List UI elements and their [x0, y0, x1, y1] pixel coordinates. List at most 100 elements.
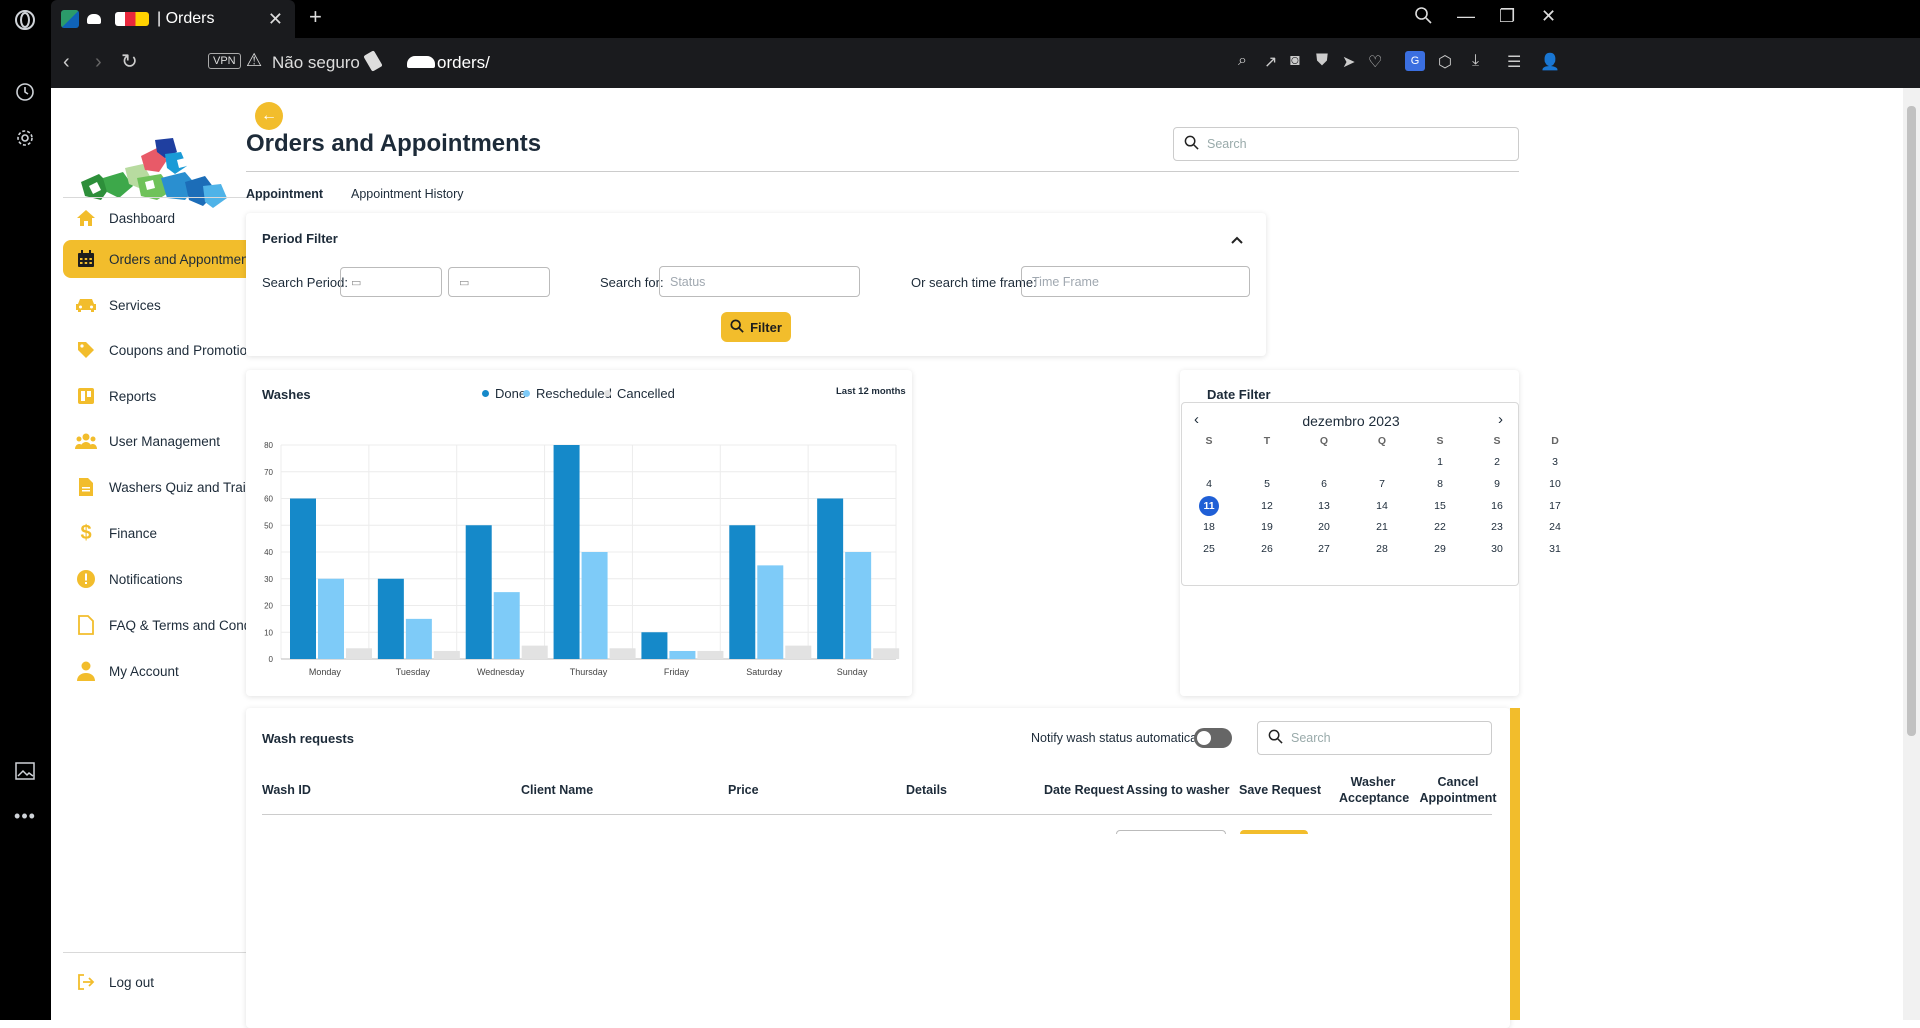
collapse-sidebar-button[interactable]: ←: [255, 102, 283, 130]
forward-icon[interactable]: ›: [95, 51, 102, 74]
status-input[interactable]: Status: [659, 266, 860, 297]
bar-rescheduled-wednesday: [493, 592, 520, 659]
search-period-label: Search Period:: [262, 275, 348, 290]
calendar-day[interactable]: 23: [1487, 517, 1507, 537]
bar-done-wednesday: [465, 525, 492, 659]
search-tabs-icon[interactable]: [1414, 6, 1432, 29]
tab-close-icon[interactable]: ✕: [268, 9, 283, 30]
column-header[interactable]: Assing to washer: [1126, 783, 1230, 797]
calendar-day[interactable]: 21: [1372, 517, 1392, 537]
close-window-icon[interactable]: ✕: [1541, 6, 1556, 27]
calendar-day[interactable]: 26: [1257, 539, 1277, 559]
settings-gear-icon[interactable]: [13, 126, 37, 150]
calendar-day[interactable]: 10: [1545, 474, 1565, 494]
calendar-day[interactable]: 27: [1314, 539, 1334, 559]
x-tick-label: Sunday: [837, 667, 868, 677]
calendar-day[interactable]: 8: [1430, 474, 1450, 494]
opera-logo-icon[interactable]: [13, 8, 37, 32]
calendar-weekday-label: S: [1436, 435, 1444, 447]
calendar-day[interactable]: 30: [1487, 539, 1507, 559]
legend-label: Rescheduled: [536, 386, 612, 401]
column-header[interactable]: Save Request: [1239, 783, 1321, 797]
share-icon[interactable]: ↗: [1264, 52, 1277, 72]
calendar-day[interactable]: 22: [1430, 517, 1450, 537]
column-header[interactable]: Washer Acceptance: [1339, 774, 1409, 806]
calendar-day[interactable]: 11: [1199, 496, 1219, 516]
reload-icon[interactable]: ↻: [121, 49, 138, 74]
calendar-day[interactable]: 6: [1314, 474, 1334, 494]
download-icon[interactable]: ⤓: [1472, 52, 1479, 70]
save-button-partial[interactable]: [1240, 830, 1308, 834]
restore-icon[interactable]: ❐: [1499, 6, 1515, 27]
back-icon[interactable]: ‹: [63, 51, 70, 74]
tab-orders[interactable]: | Orders ✕: [51, 0, 295, 38]
gallery-icon[interactable]: [13, 759, 37, 783]
calendar-day[interactable]: 9: [1487, 474, 1507, 494]
calendar-day[interactable]: 18: [1199, 517, 1219, 537]
period-start-date-input[interactable]: ▭: [340, 267, 442, 297]
new-tab-button[interactable]: +: [309, 4, 322, 30]
column-header[interactable]: Price: [728, 783, 759, 797]
washer-select-partial[interactable]: [1116, 830, 1226, 834]
calendar-day[interactable]: 25: [1199, 539, 1219, 559]
history-icon[interactable]: [13, 80, 37, 104]
calendar-day[interactable]: 7: [1372, 474, 1392, 494]
period-end-date-input[interactable]: ▭: [448, 267, 550, 297]
calendar-day[interactable]: 15: [1430, 496, 1450, 516]
search-page-icon[interactable]: ⌕: [1238, 52, 1247, 70]
page-scrollbar[interactable]: [1903, 88, 1920, 1020]
calendar-day[interactable]: 14: [1372, 496, 1392, 516]
camera-icon[interactable]: ◙: [1290, 52, 1300, 70]
next-month-icon[interactable]: ›: [1498, 411, 1503, 428]
column-header[interactable]: Wash ID: [262, 783, 311, 797]
shield-icon[interactable]: ⛊: [1316, 52, 1328, 70]
calendar-day[interactable]: 3: [1545, 452, 1565, 472]
calendar-day[interactable]: 28: [1372, 539, 1392, 559]
calendar-day[interactable]: 12: [1257, 496, 1277, 516]
legend-done[interactable]: Done: [482, 386, 526, 401]
tab-appointment-history[interactable]: Appointment History: [351, 187, 464, 201]
bar-rescheduled-tuesday: [405, 618, 432, 659]
time-frame-input[interactable]: Time Frame: [1021, 266, 1250, 297]
easy-setup-icon[interactable]: ☰: [1507, 52, 1521, 72]
calendar-day[interactable]: 20: [1314, 517, 1334, 537]
heart-icon[interactable]: ♡: [1368, 52, 1382, 72]
security-status[interactable]: Não seguro: [272, 53, 360, 73]
sidebar-item-label: Notifications: [109, 571, 183, 587]
calendar-day[interactable]: 19: [1257, 517, 1277, 537]
tab-appointment[interactable]: Appointment: [246, 187, 323, 201]
column-header[interactable]: Details: [906, 783, 947, 797]
send-icon[interactable]: ➤: [1342, 52, 1355, 72]
scrollbar-thumb[interactable]: [1907, 106, 1916, 736]
status-placeholder: Status: [670, 274, 706, 289]
column-header[interactable]: Date Request: [1044, 783, 1124, 797]
calendar-day[interactable]: 4: [1199, 474, 1219, 494]
cube-icon[interactable]: ⬡: [1438, 52, 1452, 72]
calendar-day[interactable]: 2: [1487, 452, 1507, 472]
column-header[interactable]: Client Name: [521, 783, 593, 797]
vpn-badge[interactable]: VPN: [208, 53, 241, 69]
legend-cancelled[interactable]: Cancelled: [604, 386, 675, 401]
calendar-day[interactable]: 5: [1257, 474, 1277, 494]
filter-button[interactable]: Filter: [721, 312, 791, 342]
notify-toggle[interactable]: [1194, 728, 1232, 748]
minimize-icon[interactable]: —: [1457, 6, 1475, 27]
calendar-day[interactable]: 29: [1430, 539, 1450, 559]
calendar-day[interactable]: 1: [1430, 452, 1450, 472]
collapse-chevron-icon[interactable]: [1231, 231, 1243, 247]
bar-done-sunday: [817, 498, 844, 659]
url-path[interactable]: orders/: [437, 53, 490, 73]
calendar-day[interactable]: 31: [1545, 539, 1565, 559]
calendar-day[interactable]: 13: [1314, 496, 1334, 516]
column-header[interactable]: Cancel Appointment: [1417, 774, 1499, 806]
translate-icon[interactable]: G: [1405, 51, 1425, 71]
header-search-input[interactable]: Search: [1173, 127, 1519, 161]
legend-rescheduled[interactable]: Rescheduled: [523, 386, 612, 401]
calendar-day[interactable]: 17: [1545, 496, 1565, 516]
home-icon: [75, 207, 97, 229]
profile-icon[interactable]: 👤: [1540, 52, 1560, 72]
more-dots-icon[interactable]: •••: [13, 804, 37, 828]
wash-requests-search-input[interactable]: Search: [1257, 721, 1492, 755]
calendar-day[interactable]: 24: [1545, 517, 1565, 537]
calendar-day[interactable]: 16: [1487, 496, 1507, 516]
